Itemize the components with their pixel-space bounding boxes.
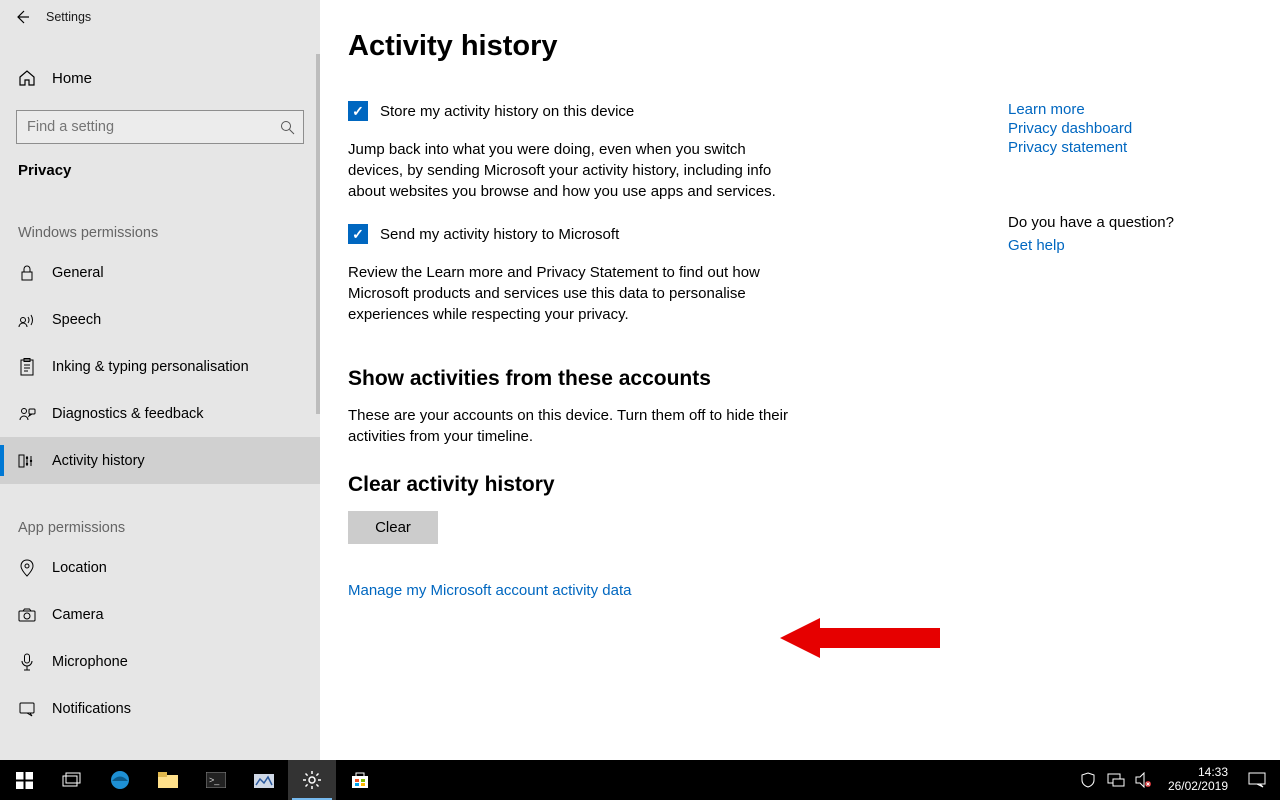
nav-inking[interactable]: Inking & typing personalisation <box>0 343 320 390</box>
description-2: Review the Learn more and Privacy Statem… <box>348 262 778 325</box>
svg-text:>_: >_ <box>209 775 220 785</box>
taskbar-terminal[interactable]: >_ <box>192 760 240 800</box>
sidebar: Settings Home Privacy Windows permission… <box>0 0 320 760</box>
tray-security-icon[interactable] <box>1076 760 1100 800</box>
clipboard-icon <box>18 358 36 376</box>
nav-home-label: Home <box>52 70 92 87</box>
checkbox-store-activity[interactable]: Store my activity history on this device <box>348 101 968 121</box>
clock-time: 14:33 <box>1168 766 1228 780</box>
tray-volume-icon[interactable] <box>1132 760 1156 800</box>
checkbox-icon <box>348 101 368 121</box>
nav-label: Activity history <box>52 453 145 469</box>
task-view-button[interactable] <box>48 760 96 800</box>
clear-heading: Clear activity history <box>348 473 968 497</box>
taskbar-store[interactable] <box>336 760 384 800</box>
checkbox-icon <box>348 224 368 244</box>
question-text: Do you have a question? <box>1008 214 1252 231</box>
location-icon <box>18 559 36 577</box>
annotation-arrow-icon <box>780 618 940 658</box>
start-button[interactable] <box>0 760 48 800</box>
taskbar-settings[interactable] <box>288 760 336 800</box>
link-get-help[interactable]: Get help <box>1008 237 1252 254</box>
search-field[interactable] <box>25 118 268 136</box>
nav-activity-history[interactable]: Activity history <box>0 437 320 484</box>
page-title: Activity history <box>348 30 1252 63</box>
nav-label: Location <box>52 560 107 576</box>
microphone-icon <box>18 653 36 671</box>
search-icon <box>280 120 295 135</box>
action-center-button[interactable] <box>1240 760 1274 800</box>
group-app-permissions: App permissions <box>0 484 320 544</box>
checkbox-label: Send my activity history to Microsoft <box>380 226 619 243</box>
nav-label: Camera <box>52 607 104 623</box>
tray-network-icon[interactable] <box>1104 760 1128 800</box>
nav-label: Speech <box>52 312 101 328</box>
window-title: Settings <box>46 10 91 24</box>
nav-label: Inking & typing personalisation <box>52 359 249 375</box>
nav-diagnostics[interactable]: Diagnostics & feedback <box>0 390 320 437</box>
content-area: Activity history Store my activity histo… <box>320 0 1280 760</box>
group-windows-permissions: Windows permissions <box>0 189 320 249</box>
notifications-icon <box>18 700 36 718</box>
checkbox-label: Store my activity history on this device <box>380 103 634 120</box>
checkbox-send-microsoft[interactable]: Send my activity history to Microsoft <box>348 224 968 244</box>
camera-icon <box>18 606 36 624</box>
manage-account-link[interactable]: Manage my Microsoft account activity dat… <box>348 582 968 599</box>
accounts-heading: Show activities from these accounts <box>348 367 968 391</box>
accounts-description: These are your accounts on this device. … <box>348 405 798 447</box>
nav-microphone[interactable]: Microphone <box>0 638 320 685</box>
link-privacy-dashboard[interactable]: Privacy dashboard <box>1008 120 1252 137</box>
link-learn-more[interactable]: Learn more <box>1008 101 1252 118</box>
nav-label: Notifications <box>52 701 131 717</box>
clear-button[interactable]: Clear <box>348 511 438 544</box>
titlebar: Settings <box>0 0 320 34</box>
nav-general[interactable]: General <box>0 249 320 296</box>
nav-camera[interactable]: Camera <box>0 591 320 638</box>
taskbar-clock[interactable]: 14:33 26/02/2019 <box>1160 766 1236 794</box>
nav-notifications[interactable]: Notifications <box>0 685 320 732</box>
taskbar-file-explorer[interactable] <box>144 760 192 800</box>
main-column: Store my activity history on this device… <box>348 95 968 601</box>
nav-label: General <box>52 265 104 281</box>
home-icon <box>18 69 36 87</box>
taskbar-app[interactable] <box>240 760 288 800</box>
speech-icon <box>18 311 36 329</box>
taskbar-edge[interactable] <box>96 760 144 800</box>
activity-icon <box>18 452 36 470</box>
clock-date: 26/02/2019 <box>1168 780 1228 794</box>
search-input[interactable] <box>16 110 304 144</box>
link-privacy-statement[interactable]: Privacy statement <box>1008 139 1252 156</box>
section-privacy: Privacy <box>0 144 320 189</box>
lock-icon <box>18 264 36 282</box>
nav-speech[interactable]: Speech <box>0 296 320 343</box>
taskbar: >_ 14:33 26/02/2019 <box>0 760 1280 800</box>
feedback-icon <box>18 405 36 423</box>
nav-label: Diagnostics & feedback <box>52 406 204 422</box>
nav-label: Microphone <box>52 654 128 670</box>
nav-home[interactable]: Home <box>0 54 320 102</box>
side-column: Learn more Privacy dashboard Privacy sta… <box>1008 95 1252 601</box>
description-1: Jump back into what you were doing, even… <box>348 139 778 202</box>
back-button[interactable] <box>2 0 42 34</box>
nav-location[interactable]: Location <box>0 544 320 591</box>
